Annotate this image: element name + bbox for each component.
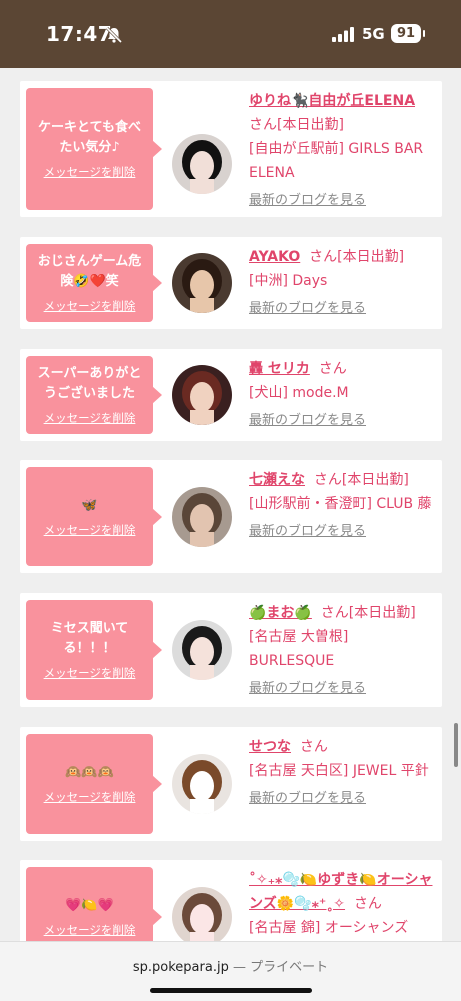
message-bubble: ケーキとても食べたい気分♪ メッセージを削除 [26, 88, 162, 210]
cast-status: さん[本日出勤] [320, 605, 416, 621]
delete-message-link[interactable]: メッセージを削除 [44, 164, 136, 180]
cast-name-link[interactable]: ˚✧₊⁎🫧🍋ゆずき🍋オーシャンズ🌼🫧⁎⁺˳✧ [249, 872, 432, 912]
cast-info: AYAKO さん[本日出勤] [中洲] Days 最新のブログを見る [249, 245, 436, 321]
signal-icon [332, 27, 354, 42]
message-bubble: 🦋 メッセージを削除 [26, 467, 162, 566]
status-bar: 17:47 5G 91 [0, 0, 461, 68]
avatar-photo [172, 134, 232, 194]
blog-link[interactable]: 最新のブログを見る [249, 787, 436, 811]
url-domain: sp.pokepara.jp [132, 960, 229, 975]
blog-link[interactable]: 最新のブログを見る [249, 189, 436, 213]
message-text: おじさんゲーム危険🤣❤️笑 [37, 254, 142, 289]
cast-info: 🍏まお🍏 さん[本日出勤] [名古屋 大曽根] BURLESQUE 最新のブログを見… [249, 601, 436, 701]
cast-info: 轟 セリカ さん [犬山] mode.M 最新のブログを見る [249, 357, 436, 433]
avatar-photo [172, 487, 232, 547]
message-card: スーパーありがとうございましたメッセージを削除 轟 セリカ さん [犬山] mode… [20, 349, 442, 441]
avatar-photo [172, 253, 232, 313]
message-card: ミセス聞いてる！！！ メッセージを削除 🍏まお🍏 さん[本日出勤] [名古屋 大曽根]… [20, 593, 442, 707]
cast-name-link[interactable]: AYAKO [249, 249, 300, 265]
cast-name-link[interactable]: ゆりね🐈‍⬛自由が丘ELENA [249, 93, 415, 109]
message-text: ケーキとても食べたい気分♪ [38, 120, 141, 155]
shop-location: [山形駅前・香澄町] CLUB 藤 [249, 496, 432, 512]
avatar-photo [172, 365, 232, 425]
message-bubble: おじさんゲーム危険🤣❤️笑メッセージを削除 [26, 244, 162, 322]
blog-link[interactable]: 最新のブログを見る [249, 677, 436, 701]
avatar[interactable] [172, 887, 232, 947]
cast-name-link[interactable]: 轟 セリカ [249, 361, 310, 377]
message-text: 🦋 [81, 497, 98, 513]
avatar[interactable] [172, 134, 232, 194]
message-text: 💗🍋💗 [65, 898, 114, 913]
home-indicator[interactable] [150, 988, 312, 993]
blog-link[interactable]: 最新のブログを見る [249, 520, 436, 544]
cast-name-link[interactable]: せつな [249, 739, 291, 755]
shop-location: [名古屋 錦] オーシャンズ [249, 920, 409, 936]
cast-status: さん[本日出勤] [309, 249, 405, 265]
avatar[interactable] [172, 253, 232, 313]
clock: 17:47 [46, 22, 113, 46]
delete-message-link[interactable]: メッセージを削除 [44, 665, 136, 681]
avatar-photo [172, 887, 232, 947]
message-bubble: スーパーありがとうございましたメッセージを削除 [26, 356, 162, 434]
url-bar[interactable]: sp.pokepara.jp — プライベート [0, 956, 461, 975]
cast-name-link[interactable]: 🍏まお🍏 [249, 605, 312, 621]
blog-link[interactable]: 最新のブログを見る [249, 409, 436, 433]
cast-status: さん[本日出勤] [313, 472, 409, 488]
battery-icon: 91 [391, 24, 425, 43]
private-mode-label: プライベート [250, 960, 329, 975]
delete-message-link[interactable]: メッセージを削除 [44, 789, 136, 805]
browser-bar: sp.pokepara.jp — プライベート [0, 941, 461, 1001]
message-text: 🙉🙉🙉 [65, 765, 114, 780]
message-bubble: ミセス聞いてる！！！ メッセージを削除 [26, 600, 162, 700]
avatar[interactable] [172, 754, 232, 814]
avatar[interactable] [172, 620, 232, 680]
avatar[interactable] [172, 487, 232, 547]
message-text: スーパーありがとうございました [37, 366, 142, 401]
cast-info: ゆりね🐈‍⬛自由が丘ELENA さん[本日出勤] [自由が丘駅前] GIRLS B… [249, 89, 436, 213]
cast-name-link[interactable]: 七瀬えな [249, 472, 305, 488]
cast-status: さん [318, 361, 347, 377]
scrollbar[interactable] [454, 723, 458, 767]
blog-link[interactable]: 最新のブログを見る [249, 297, 436, 321]
cast-status: さん[本日出勤] [249, 117, 344, 133]
network-type: 5G [362, 25, 385, 43]
url-separator: — [232, 960, 246, 975]
delete-message-link[interactable]: メッセージを削除 [44, 922, 136, 938]
delete-message-link[interactable]: メッセージを削除 [44, 298, 136, 314]
avatar[interactable] [172, 365, 232, 425]
cast-info: 七瀬えな さん[本日出勤] [山形駅前・香澄町] CLUB 藤最新のブログを見る [249, 468, 436, 544]
cast-status: さん [299, 739, 328, 755]
delete-message-link[interactable]: メッセージを削除 [44, 522, 136, 538]
message-card: 🦋 メッセージを削除 七瀬えな さん[本日出勤] [山形駅前・香澄町] CLUB 藤最… [20, 460, 442, 573]
message-card: おじさんゲーム危険🤣❤️笑メッセージを削除 AYAKO さん[本日出勤] [中洲] … [20, 237, 442, 329]
cast-info: せつな さん [名古屋 天白区] JEWEL 平針最新のブログを見る [249, 735, 436, 811]
delete-message-link[interactable]: メッセージを削除 [44, 410, 136, 426]
shop-location: [中洲] Days [249, 273, 328, 289]
message-card: 🙉🙉🙉 メッセージを削除 せつな さん [名古屋 天白区] JEWEL 平針最新のブロ… [20, 727, 442, 841]
shop-location: [名古屋 天白区] JEWEL 平針 [249, 763, 429, 779]
shop-location: [自由が丘駅前] GIRLS BAR ELENA [249, 141, 424, 181]
message-bubble: 🙉🙉🙉 メッセージを削除 [26, 734, 162, 834]
shop-location: [犬山] mode.M [249, 385, 349, 401]
shop-location: [名古屋 大曽根] BURLESQUE [249, 629, 349, 669]
message-card: ケーキとても食べたい気分♪ メッセージを削除 ゆりね🐈‍⬛自由が丘ELENA さん[… [20, 81, 442, 217]
avatar-photo [172, 754, 232, 814]
avatar-photo [172, 620, 232, 680]
message-text: ミセス聞いてる！！！ [50, 621, 129, 656]
cast-status: さん [353, 896, 382, 912]
bell-muted-icon [105, 26, 123, 44]
